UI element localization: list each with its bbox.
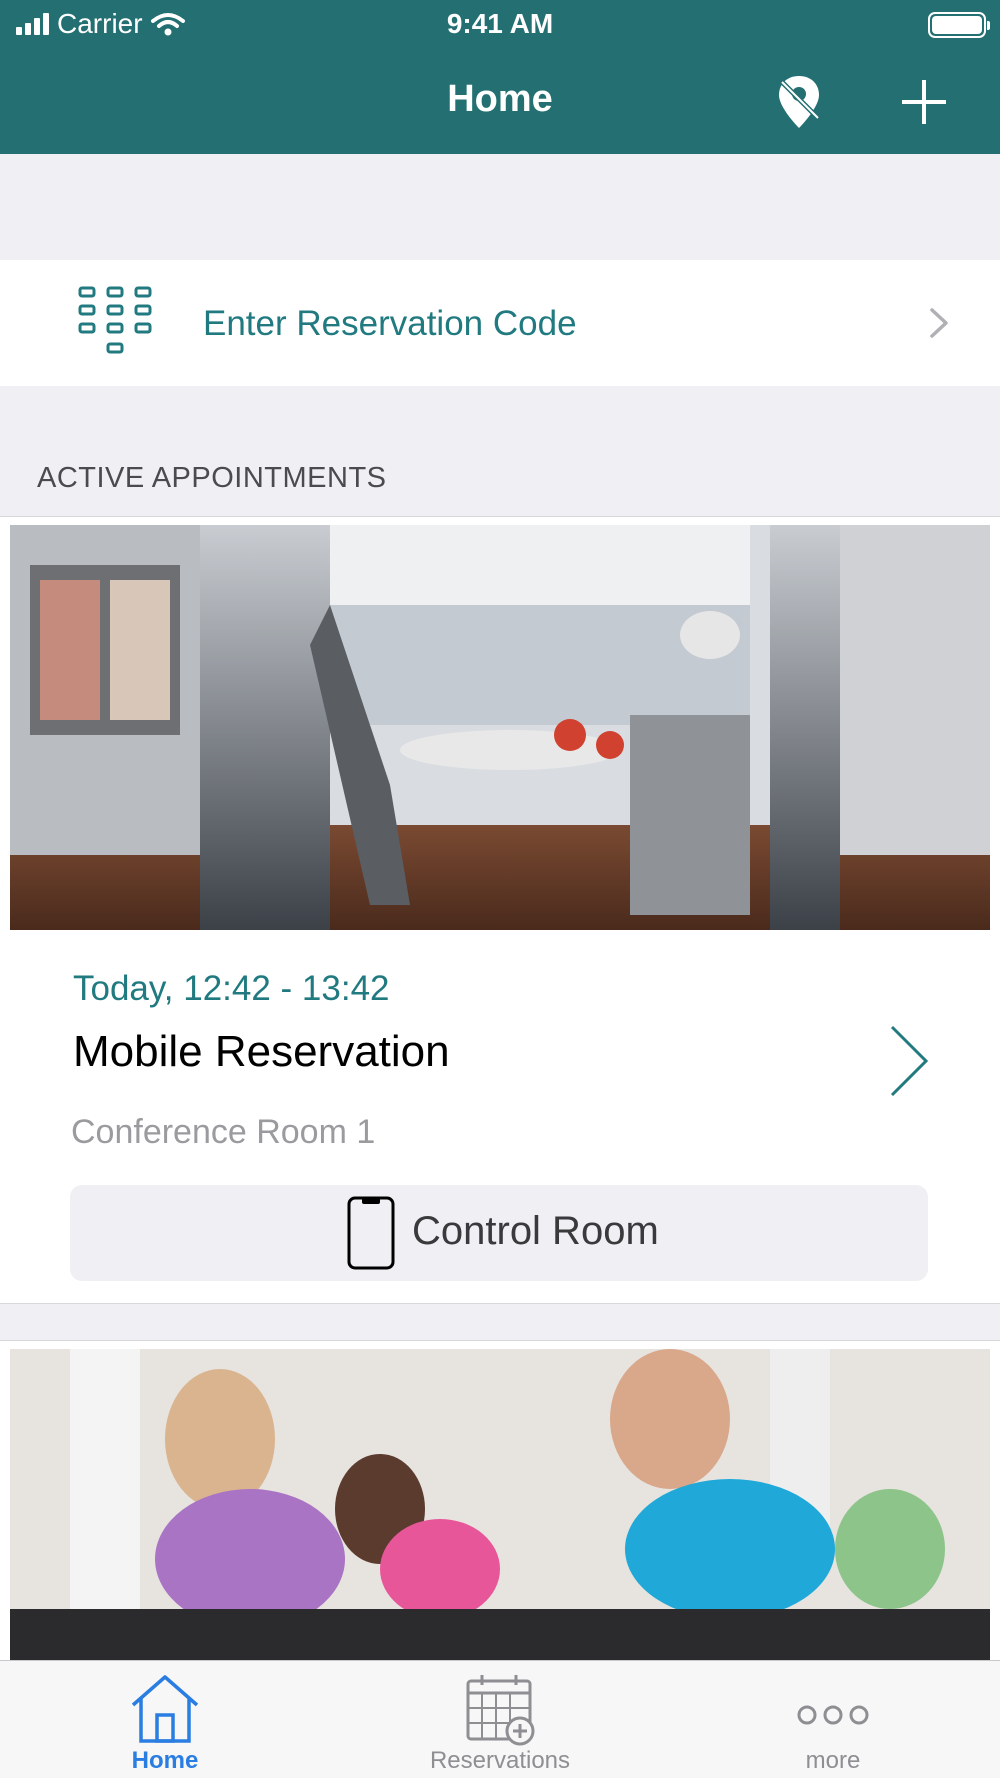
location-pin-icon[interactable] <box>774 72 824 132</box>
control-room-button[interactable]: Control Room <box>70 1185 928 1281</box>
tab-home-label: Home <box>131 1747 199 1774</box>
enter-reservation-code-row[interactable]: Enter Reservation Code <box>0 260 1000 386</box>
section-header: ACTIVE APPOINTMENTS <box>37 462 387 494</box>
appointment-card[interactable]: Today, 12:42 - 13:42 Mobile Reservation … <box>0 516 1000 1304</box>
more-icon <box>797 1705 869 1725</box>
plus-icon[interactable] <box>898 76 950 128</box>
status-time: 9:41 AM <box>446 8 554 39</box>
home-icon <box>131 1675 199 1743</box>
appointment-room: Conference Room 1 <box>71 1113 376 1151</box>
tab-more[interactable]: more <box>708 1661 958 1778</box>
appointment-title: Mobile Reservation <box>73 1027 450 1076</box>
tab-more-label: more <box>805 1747 861 1774</box>
tab-bar: Home Reservations more <box>0 1660 1000 1778</box>
navigation-bar: Carrier 9:41 AM Home <box>0 0 1000 154</box>
smartphone-icon <box>347 1196 395 1270</box>
tab-reservations[interactable]: Reservations <box>375 1661 625 1778</box>
calendar-add-icon <box>466 1675 535 1746</box>
appointment-time: Today, 12:42 - 13:42 <box>73 969 390 1008</box>
battery-icon <box>928 12 990 38</box>
chevron-right-icon <box>930 308 948 338</box>
reservation-code-label: Enter Reservation Code <box>203 304 577 343</box>
fitness-class-photo <box>10 1349 990 1661</box>
chevron-right-icon[interactable] <box>888 1023 932 1099</box>
appointment-card[interactable] <box>0 1340 1000 1661</box>
tab-reservations-label: Reservations <box>429 1747 571 1774</box>
status-bar: Carrier 9:41 AM <box>0 0 1000 50</box>
page-title: Home <box>447 78 553 120</box>
keypad-icon <box>78 286 152 354</box>
control-room-label: Control Room <box>412 1209 659 1253</box>
tab-home[interactable]: Home <box>40 1661 290 1778</box>
conference-room-photo <box>10 525 990 930</box>
